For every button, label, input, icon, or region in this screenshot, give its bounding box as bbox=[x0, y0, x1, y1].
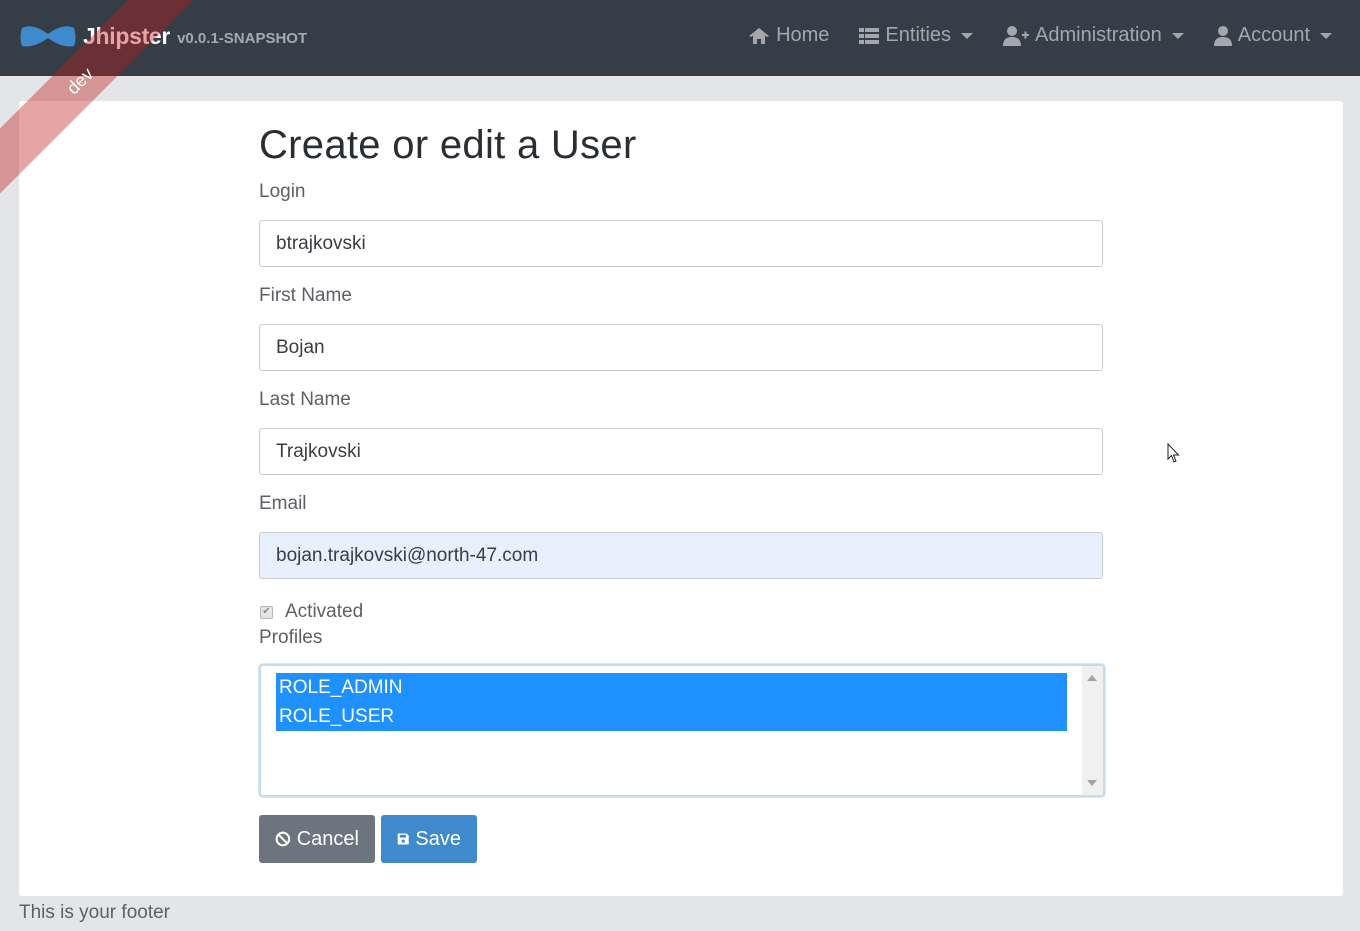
scroll-up-icon[interactable] bbox=[1087, 675, 1097, 681]
last-name-group: Last Name Trajkovski bbox=[259, 389, 1103, 475]
cancel-button[interactable]: Cancel bbox=[259, 815, 375, 863]
first-name-group: First Name Bojan bbox=[259, 285, 1103, 371]
brand-version: v0.0.1-SNAPSHOT bbox=[177, 29, 308, 47]
profile-option-role-user[interactable]: ROLE_USER bbox=[276, 702, 1067, 731]
list-icon bbox=[859, 27, 880, 44]
first-name-input[interactable]: Bojan bbox=[259, 324, 1103, 371]
email-label: Email bbox=[259, 493, 307, 514]
home-icon bbox=[749, 27, 770, 44]
activated-row: ✔ Activated bbox=[259, 597, 1103, 627]
footer-text: This is your footer bbox=[19, 902, 170, 923]
last-name-input[interactable]: Trajkovski bbox=[259, 428, 1103, 475]
user-form-card: Create or edit a User Login btrajkovski … bbox=[19, 101, 1343, 896]
chevron-down-icon bbox=[961, 32, 974, 39]
user-icon bbox=[1213, 25, 1232, 46]
profiles-scrollbar[interactable] bbox=[1082, 666, 1103, 795]
last-name-label: Last Name bbox=[259, 389, 351, 410]
nav-item-label: Home bbox=[776, 24, 830, 46]
form-actions: Cancel Save bbox=[259, 815, 1103, 863]
nav-item-label: Administration bbox=[1035, 24, 1162, 46]
activated-label: Activated bbox=[285, 601, 364, 622]
nav-item-label: Account bbox=[1237, 24, 1310, 46]
nav-item-entities[interactable]: Entities bbox=[859, 24, 974, 47]
login-group: Login btrajkovski bbox=[259, 181, 1103, 267]
nav-item-account[interactable]: Account bbox=[1213, 24, 1332, 47]
nav-menu: Home Entities Administration Account bbox=[748, 24, 1332, 47]
save-icon bbox=[397, 833, 409, 845]
user-form: Create or edit a User Login btrajkovski … bbox=[259, 123, 1105, 863]
login-label: Login bbox=[259, 181, 306, 202]
nav-item-label: Entities bbox=[885, 24, 952, 46]
navbar: Jhipster v0.0.1-SNAPSHOT Home Entities A… bbox=[0, 0, 1360, 76]
save-label: Save bbox=[415, 827, 461, 850]
profiles-options: ROLE_ADMIN ROLE_USER bbox=[276, 673, 1067, 731]
mouse-cursor-icon bbox=[1167, 443, 1180, 463]
brand-link[interactable]: Jhipster v0.0.1-SNAPSHOT bbox=[20, 18, 307, 54]
check-icon: ✔ bbox=[262, 606, 271, 617]
email-group: Email bojan.trajkovski@north-47.com bbox=[259, 493, 1103, 579]
nav-item-administration[interactable]: Administration bbox=[1003, 24, 1184, 47]
email-input[interactable]: bojan.trajkovski@north-47.com bbox=[259, 532, 1103, 579]
login-input[interactable]: btrajkovski bbox=[259, 220, 1103, 267]
brand-title: Jhipster bbox=[83, 22, 171, 49]
profiles-label: Profiles bbox=[259, 627, 323, 648]
profile-option-role-admin[interactable]: ROLE_ADMIN bbox=[276, 673, 1067, 702]
cancel-label: Cancel bbox=[296, 827, 359, 850]
first-name-label: First Name bbox=[259, 285, 352, 306]
page-title: Create or edit a User bbox=[259, 123, 637, 167]
scroll-down-icon[interactable] bbox=[1087, 780, 1097, 786]
nav-item-home[interactable]: Home bbox=[748, 24, 829, 47]
chevron-down-icon bbox=[1320, 32, 1332, 39]
save-button[interactable]: Save bbox=[381, 815, 477, 863]
jhipster-logo-icon bbox=[20, 26, 76, 47]
user-plus-icon bbox=[1003, 25, 1030, 46]
profiles-select[interactable]: ROLE_ADMIN ROLE_USER bbox=[259, 664, 1105, 797]
ban-icon bbox=[275, 831, 291, 847]
activated-checkbox[interactable]: ✔ bbox=[260, 605, 273, 619]
chevron-down-icon bbox=[1171, 32, 1184, 39]
